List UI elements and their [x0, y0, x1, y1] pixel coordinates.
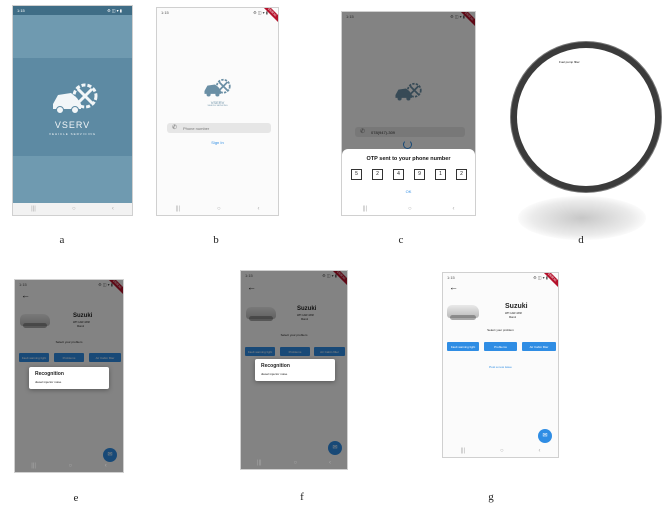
nav-home-icon[interactable]: ○ — [294, 460, 298, 466]
nav-bar: ||| ○ ‹ — [443, 445, 558, 457]
car-brand: Suzuki — [505, 303, 528, 310]
otp-digit-3[interactable]: 9 — [414, 169, 425, 180]
screen-c-otp: 1:15 ⚙ ◫ ▾ ▮ DEBUG ✆ 078(947)-309 OTP sen… — [341, 11, 476, 216]
app-tagline: VEHICLE SERVICING — [48, 132, 97, 136]
result-text: Fuel pump filter — [559, 60, 580, 64]
recognition-dialog: Recognition diesel injector noise — [29, 367, 109, 389]
app-name: VSERV — [54, 120, 91, 130]
nav-back-icon[interactable]: ‹ — [329, 460, 331, 466]
nav-recents-icon[interactable]: ||| — [175, 206, 180, 212]
status-bar: 1:15 ⚙ ◫ ▾ ▮ — [13, 6, 132, 15]
phone-placeholder: Phone number — [183, 126, 210, 131]
screen-g-problem: 1:15 ⚙ ◫ ▾ ▮ DEBUG ← Suzuki WP CAW-4338 M… — [442, 272, 559, 458]
otp-digit-0[interactable]: 5 — [351, 169, 362, 180]
caption-c: c — [398, 234, 404, 246]
nav-back-icon[interactable]: ‹ — [105, 463, 107, 469]
recognition-item: diesel injector noise — [261, 372, 288, 376]
nav-home-icon[interactable]: ○ — [408, 206, 412, 212]
otp-digit-4[interactable]: 1 — [435, 169, 446, 180]
recognition-dialog: Recognition diesel injector noise — [255, 359, 335, 381]
nav-back-icon[interactable]: ‹ — [539, 448, 541, 454]
car-image — [447, 305, 479, 320]
problem-prompt: Select your problem — [487, 328, 514, 332]
nav-recents-icon[interactable]: ||| — [362, 206, 367, 212]
recognition-item: diesel injector noise — [35, 380, 62, 384]
post-issue-link[interactable]: Post a new issue — [443, 365, 558, 369]
caption-a: a — [59, 234, 65, 246]
caption-g: g — [488, 491, 494, 503]
recognition-title: Recognition — [35, 371, 64, 377]
nav-bar: ||| ○ ‹ — [157, 203, 278, 215]
nav-recents-icon[interactable]: ||| — [31, 463, 36, 469]
status-time: 1:15 — [161, 10, 169, 15]
nav-bar: ||| ○ ‹ — [241, 457, 347, 469]
app-tagline: VEHICLE SERVICING — [207, 105, 228, 107]
nav-home-icon[interactable]: ○ — [69, 463, 73, 469]
nav-recents-icon[interactable]: ||| — [460, 448, 465, 454]
status-time: 1:15 — [447, 275, 455, 280]
caption-d: d — [578, 234, 584, 246]
air-cabin-filter-button[interactable]: Air Cabin filter — [522, 342, 556, 351]
back-arrow-icon[interactable]: ← — [449, 283, 458, 292]
otp-title: OTP sent to your phone number — [366, 156, 451, 162]
car-model: Maruti — [509, 316, 516, 319]
round-display-panel: Fuel pump filter — [504, 34, 664, 254]
otp-digit-2[interactable]: 4 — [393, 169, 404, 180]
nav-recents-icon[interactable]: ||| — [257, 460, 262, 466]
vserv-logo-icon — [204, 78, 231, 97]
nav-bar: ||| ○ ‹ — [342, 203, 475, 215]
round-display: Fuel pump filter — [511, 42, 661, 192]
caption-f: f — [300, 491, 304, 503]
nav-recents-icon[interactable]: ||| — [31, 206, 36, 212]
screen-a-splash: 1:15 ⚙ ◫ ▾ ▮ VSERV VEHICLE SERVICING ||| … — [12, 5, 133, 216]
nav-back-icon[interactable]: ‹ — [453, 206, 455, 212]
vserv-logo-icon — [53, 83, 98, 114]
sign-in-button[interactable]: Sign In — [157, 140, 278, 145]
caption-b: b — [213, 234, 219, 246]
caption-e: e — [73, 492, 79, 504]
screen-b-login: 1:15 ⚙ ◫ ▾ ▮ DEBUG VSERV VEHICLE SERVICIN… — [156, 7, 279, 216]
fault-warning-button[interactable]: Fault warning light — [447, 342, 479, 351]
status-icons: ⚙ ◫ ▾ ▮ — [107, 8, 122, 13]
status-bar: 1:15 ⚙ ◫ ▾ ▮ — [443, 273, 558, 282]
nav-bar: ||| ○ ‹ — [15, 460, 123, 472]
otp-digit-5[interactable]: 2 — [456, 169, 467, 180]
nav-home-icon[interactable]: ○ — [72, 206, 76, 212]
nav-back-icon[interactable]: ‹ — [258, 206, 260, 212]
problems-button[interactable]: Problems — [484, 342, 517, 351]
screen-e-recognition: 1:15 ⚙ ◫ ▾ ▮ DEBUG ← Suzuki WP CAW-4338 M… — [14, 279, 124, 473]
screen-f-recognition: 1:15 ⚙ ◫ ▾ ▮ DEBUG ← Suzuki WP CAW-4338 M… — [240, 270, 348, 470]
status-bar: 1:15 ⚙ ◫ ▾ ▮ — [157, 8, 278, 17]
phone-input[interactable]: ✆ Phone number — [167, 123, 271, 133]
recognition-title: Recognition — [261, 363, 290, 369]
otp-ok-button[interactable]: OK — [342, 189, 475, 194]
otp-digit-1[interactable]: 2 — [372, 169, 383, 180]
chat-icon[interactable]: ✉ — [538, 429, 552, 443]
nav-home-icon[interactable]: ○ — [217, 206, 221, 212]
phone-icon: ✆ — [172, 125, 178, 131]
car-plate: WP CAW-4338 — [505, 312, 522, 315]
nav-back-icon[interactable]: ‹ — [112, 206, 114, 212]
nav-bar: ||| ○ ‹ — [13, 203, 132, 215]
status-time: 1:15 — [17, 8, 25, 13]
nav-home-icon[interactable]: ○ — [500, 448, 504, 454]
